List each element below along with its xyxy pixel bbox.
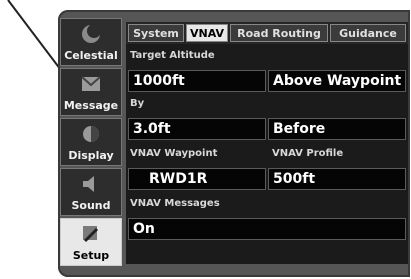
tab-bar: System VNAV Road Routing Guidance: [126, 22, 408, 44]
tab-road-routing[interactable]: Road Routing: [230, 24, 328, 42]
sidebar-item-label: Celestial: [64, 49, 118, 62]
message-icon: [81, 76, 101, 91]
altitude-reference-field[interactable]: Above Waypoint: [268, 70, 406, 92]
sound-icon: [83, 176, 94, 192]
sidebar-item-setup[interactable]: Setup: [60, 218, 122, 266]
vnav-profile-field[interactable]: 500ft: [268, 168, 406, 190]
target-altitude-field[interactable]: 1000ft: [128, 70, 266, 92]
display-icon: [83, 126, 99, 142]
sidebar-item-label: Message: [63, 99, 119, 112]
tab-system[interactable]: System: [128, 24, 184, 42]
by-distance-field[interactable]: 3.0ft: [128, 118, 266, 140]
sidebar-item-display[interactable]: Display: [60, 118, 122, 166]
tab-guidance[interactable]: Guidance: [330, 24, 406, 42]
sidebar-item-label: Setup: [72, 249, 110, 262]
by-label: By: [130, 98, 145, 109]
sidebar-item-celestial[interactable]: Celestial: [60, 18, 122, 66]
by-reference-field[interactable]: Before: [268, 118, 406, 140]
sidebar-item-message[interactable]: Message: [60, 68, 122, 116]
moon-icon: [82, 24, 101, 43]
vnav-messages-label: VNAV Messages: [130, 198, 220, 209]
tab-vnav[interactable]: VNAV: [186, 24, 228, 42]
sidebar-item-sound[interactable]: Sound: [60, 168, 122, 216]
sidebar-item-label: Display: [68, 149, 114, 162]
vnav-waypoint-field[interactable]: RWD1R: [128, 168, 266, 190]
target-altitude-label: Target Altitude: [130, 50, 215, 61]
vnav-profile-label: VNAV Profile: [272, 148, 344, 159]
wrench-icon: [83, 226, 99, 243]
sidebar-item-label: Sound: [71, 199, 111, 212]
vnav-messages-field[interactable]: On: [128, 218, 406, 240]
vnav-waypoint-label: VNAV Waypoint: [130, 148, 218, 159]
